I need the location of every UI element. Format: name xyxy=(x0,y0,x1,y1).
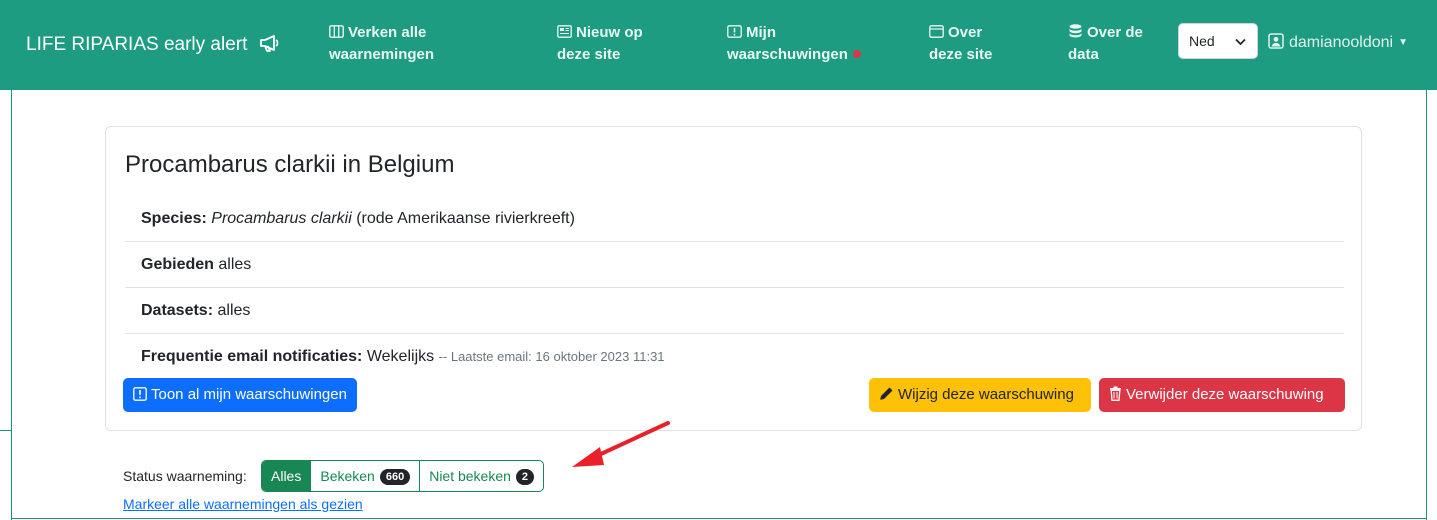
nav-about-data[interactable]: Over de data xyxy=(1068,22,1143,66)
pencil-icon xyxy=(879,380,894,414)
alert-title: Procambarus clarkii in Belgium xyxy=(125,151,455,178)
nav-label-line1: Over de xyxy=(1087,24,1143,41)
columns-icon xyxy=(329,23,344,38)
frame-border-left xyxy=(11,90,12,520)
brand-label: LIFE RIPARIAS early alert xyxy=(26,34,248,55)
person-badge-icon xyxy=(1268,33,1284,54)
delete-alert-button[interactable]: Verwijder deze waarschuwing xyxy=(1099,378,1345,412)
status-filter-label: Status waarneming: xyxy=(123,468,247,484)
datasets-row: Datasets: alles xyxy=(125,300,1344,334)
nav-label-line2: data xyxy=(1068,46,1099,63)
nav-explore-observations[interactable]: Verken alle waarnemingen xyxy=(329,22,434,66)
brand-link[interactable]: LIFE RIPARIAS early alert xyxy=(26,34,281,58)
chevron-down-icon xyxy=(1235,24,1246,58)
nav-label-line2: deze site xyxy=(929,46,993,63)
areas-row: Gebieden alles xyxy=(125,254,1344,288)
species-label: Species: xyxy=(141,210,207,227)
frequency-label: Frequentie email notificaties: xyxy=(141,348,363,365)
edit-alert-label: Wijzig deze waarschuwing xyxy=(898,386,1074,403)
nav-label-line1: Nieuw op xyxy=(576,24,643,41)
unseen-count-badge: 2 xyxy=(515,469,535,485)
last-email-info: -- Laatste email: 16 oktober 2023 11:31 xyxy=(438,349,665,364)
megaphone-icon xyxy=(259,34,281,58)
edit-alert-button[interactable]: Wijzig deze waarschuwing xyxy=(869,378,1091,412)
nav-my-alerts[interactable]: Mijn waarschuwingen xyxy=(727,22,861,66)
show-all-alerts-label: Toon al mijn waarschuwingen xyxy=(151,386,347,403)
trash-icon xyxy=(1109,380,1122,414)
species-vernacular-name: (rode Amerikaanse rivierkreeft) xyxy=(356,210,575,227)
alert-card: Procambarus clarkii in Belgium Species: … xyxy=(105,126,1362,431)
nav-news[interactable]: Nieuw op deze site xyxy=(557,22,643,66)
show-all-alerts-button[interactable]: Toon al mijn waarschuwingen xyxy=(123,378,357,412)
nav-label-line2: waarnemingen xyxy=(329,46,435,63)
frequency-value: Wekelijks xyxy=(366,348,435,365)
nav-label-line1: Mijn xyxy=(746,24,776,41)
username: damianooldoni xyxy=(1289,34,1394,51)
areas-label: Gebieden xyxy=(141,256,214,273)
status-filter-group: Alles Bekeken 660 Niet bekeken 2 xyxy=(261,460,545,492)
seen-count-badge: 660 xyxy=(379,469,411,485)
language-value: Ned xyxy=(1189,33,1215,49)
areas-value: alles xyxy=(218,256,252,273)
filter-all-label: Alles xyxy=(271,468,302,484)
annotation-arrow-icon xyxy=(572,421,670,467)
notification-dot xyxy=(852,50,861,58)
nav-label-line2: deze site xyxy=(557,46,621,63)
filter-seen-label: Bekeken xyxy=(320,468,375,484)
frame-border-tick xyxy=(0,430,12,431)
user-menu[interactable]: damianooldoni ▼ xyxy=(1268,33,1408,54)
frequency-row: Frequentie email notificaties: Wekelijks… xyxy=(125,346,1344,372)
filter-unseen-label: Niet bekeken xyxy=(429,468,511,484)
filter-seen-button[interactable]: Bekeken 660 xyxy=(310,461,419,491)
delete-alert-label: Verwijder deze waarschuwing xyxy=(1126,386,1324,403)
datasets-value: alles xyxy=(217,302,251,319)
top-navbar: LIFE RIPARIAS early alert Verken alle wa… xyxy=(0,0,1437,90)
nav-label-line1: Over xyxy=(948,24,983,41)
datasets-label: Datasets: xyxy=(141,302,214,319)
language-select[interactable]: Ned xyxy=(1178,23,1258,59)
nav-label-line2: waarschuwingen xyxy=(727,46,848,63)
database-icon xyxy=(1068,23,1083,38)
frame-border-right xyxy=(1426,90,1427,520)
mark-all-seen-link[interactable]: Markeer alle waarnemingen als gezien xyxy=(123,496,363,512)
filter-all-button[interactable]: Alles xyxy=(262,461,311,491)
window-icon xyxy=(929,23,944,38)
frame-border-bottom xyxy=(11,518,1427,519)
news-icon xyxy=(557,23,572,38)
filter-unseen-button[interactable]: Niet bekeken 2 xyxy=(419,461,543,491)
alert-square-icon xyxy=(133,380,147,414)
caret-down-icon: ▼ xyxy=(1398,37,1408,48)
nav-label-line1: Verken alle xyxy=(348,24,427,41)
species-scientific-name: Procambarus clarkii xyxy=(211,210,352,227)
nav-about-site[interactable]: Over deze site xyxy=(929,22,992,66)
alert-square-icon xyxy=(727,23,742,38)
species-row: Species: Procambarus clarkii (rode Ameri… xyxy=(125,208,1344,242)
